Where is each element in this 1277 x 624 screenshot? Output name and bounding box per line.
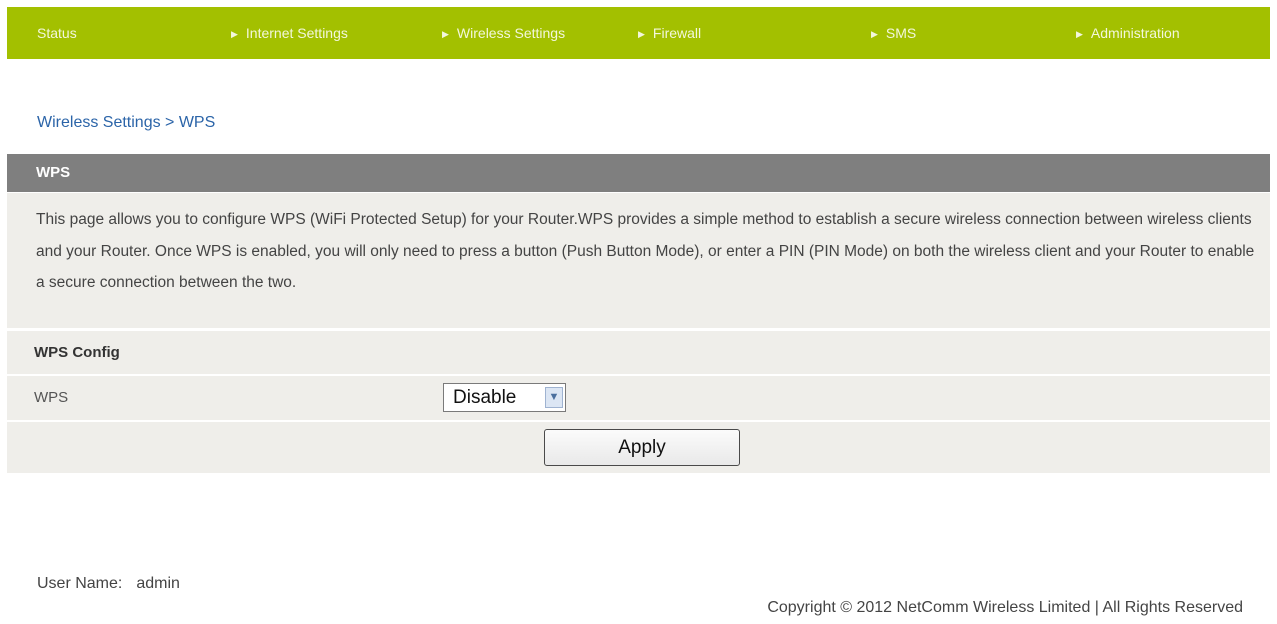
nav-item-label: Status [37,25,77,41]
top-navigation-bar: Status ▶ Internet Settings ▶ Wireless Sett… [7,7,1270,59]
breadcrumb: Wireless Settings > WPS [37,114,216,131]
nav-item-status[interactable]: Status [37,7,77,59]
nav-item-label: Firewall [652,25,702,41]
copyright-text: Copyright © 2012 NetComm Wireless Limite… [767,599,1243,616]
nav-item-label: Administration [1090,25,1180,41]
nav-item-sms[interactable]: ▶ SMS [871,7,916,59]
chevron-down-icon[interactable]: ▼ [545,387,563,408]
wps-select-value: Disable [453,387,517,408]
apply-row: Apply [7,422,1270,473]
nav-item-wireless-settings[interactable]: ▶ Wireless Settings [442,7,565,59]
username-display: User Name: admin [37,575,180,593]
play-triangle-icon: ▶ [231,29,238,39]
description-box: This page allows you to configure WPS (W… [7,193,1270,328]
nav-item-label: SMS [885,25,917,41]
play-triangle-icon: ▶ [1076,29,1083,39]
play-triangle-icon: ▶ [871,29,878,39]
wps-row: WPS Disable ▼ [7,376,1270,420]
description-text: This page allows you to configure WPS (W… [36,211,1255,291]
apply-button[interactable]: Apply [544,429,740,466]
nav-item-label: Wireless Settings [456,25,566,41]
panel-header: WPS [7,154,1270,192]
wps-label: WPS [34,389,69,406]
wps-select[interactable]: Disable ▼ [443,383,566,412]
nav-item-label: Internet Settings [245,25,348,41]
section-title: WPS Config [34,344,120,361]
panel-title: WPS [36,164,71,181]
nav-item-internet-settings[interactable]: ▶ Internet Settings [231,7,348,59]
username-value: admin [136,575,180,592]
nav-item-firewall[interactable]: ▶ Firewall [638,7,701,59]
play-triangle-icon: ▶ [442,29,449,39]
play-triangle-icon: ▶ [638,29,645,39]
username-label: User Name: [37,575,123,592]
nav-item-administration[interactable]: ▶ Administration [1076,7,1180,59]
wps-config-section-header: WPS Config [7,331,1270,374]
